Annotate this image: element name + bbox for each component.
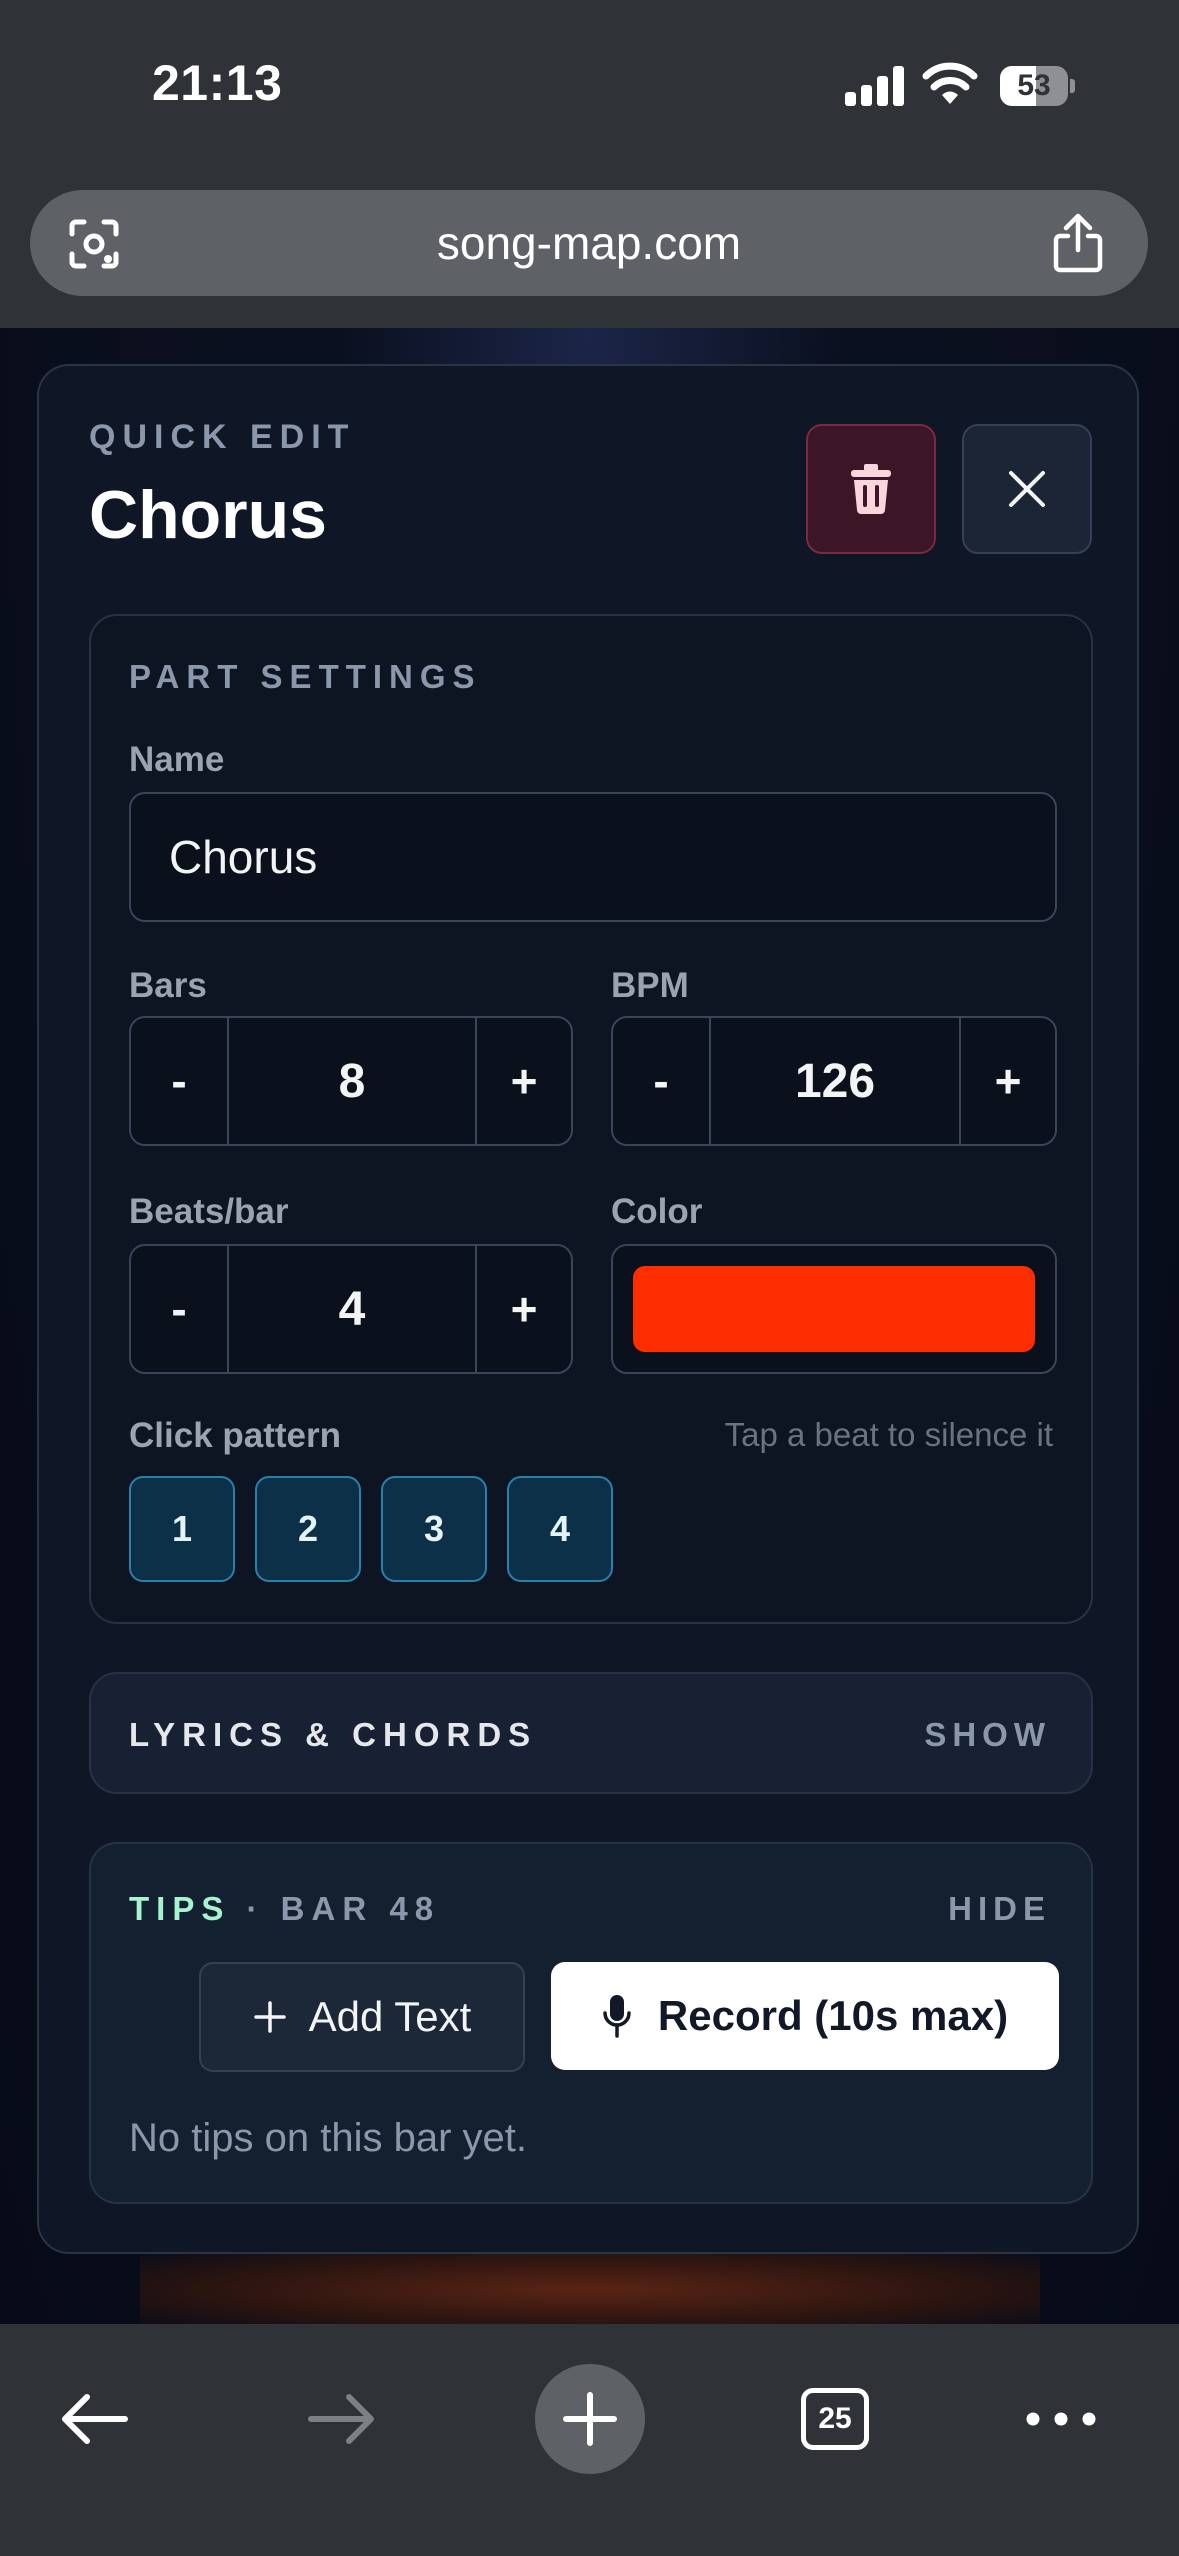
bpm-decrement-button[interactable]: - bbox=[613, 1018, 711, 1144]
beat-toggle-4[interactable]: 4 bbox=[507, 1476, 613, 1582]
back-icon bbox=[62, 2394, 128, 2444]
lyrics-chords-section[interactable]: LYRICS & CHORDS SHOW bbox=[89, 1672, 1093, 1794]
lens-icon[interactable] bbox=[66, 216, 122, 272]
lyrics-show-toggle[interactable]: SHOW bbox=[924, 1716, 1051, 1754]
beats-per-bar-label: Beats/bar bbox=[129, 1192, 289, 1231]
color-picker[interactable] bbox=[611, 1244, 1057, 1374]
click-pattern-hint: Tap a beat to silence it bbox=[724, 1416, 1053, 1453]
new-tab-icon bbox=[535, 2364, 645, 2474]
new-tab-button[interactable] bbox=[535, 2364, 645, 2474]
part-settings-card: PART SETTINGS Name Chorus Bars - 8 + BPM… bbox=[89, 614, 1093, 1624]
modal-eyebrow: QUICK EDIT bbox=[89, 418, 356, 456]
beat-toggle-1[interactable]: 1 bbox=[129, 1476, 235, 1582]
address-bar[interactable]: song-map.com bbox=[30, 190, 1148, 296]
forward-button[interactable] bbox=[286, 2364, 396, 2474]
color-swatch[interactable] bbox=[633, 1266, 1035, 1352]
cellular-signal-icon bbox=[845, 66, 905, 106]
tabs-button[interactable]: 25 bbox=[780, 2364, 890, 2474]
trash-icon bbox=[851, 464, 891, 514]
bars-stepper: - 8 + bbox=[129, 1016, 573, 1146]
more-icon bbox=[1026, 2412, 1096, 2426]
url-text[interactable]: song-map.com bbox=[30, 190, 1148, 296]
add-text-label: Add Text bbox=[308, 1993, 472, 2040]
name-input[interactable]: Chorus bbox=[129, 792, 1057, 922]
record-button[interactable]: Record (10s max) bbox=[551, 1962, 1059, 2070]
lyrics-chords-title: LYRICS & CHORDS bbox=[129, 1716, 538, 1753]
back-button[interactable] bbox=[40, 2364, 150, 2474]
tips-title: TIPS · BAR 48 bbox=[129, 1890, 440, 1928]
beats-per-bar-stepper: - 4 + bbox=[129, 1244, 573, 1374]
share-icon[interactable] bbox=[1050, 212, 1106, 274]
bpm-value[interactable]: 126 bbox=[711, 1018, 959, 1144]
battery-percent: 53 bbox=[1017, 69, 1051, 102]
close-button[interactable] bbox=[962, 424, 1092, 554]
record-label: Record (10s max) bbox=[657, 1992, 1009, 2039]
beats-increment-button[interactable]: + bbox=[475, 1246, 571, 1372]
beats-per-bar-value[interactable]: 4 bbox=[229, 1246, 475, 1372]
bars-label: Bars bbox=[129, 966, 207, 1005]
status-time: 21:13 bbox=[152, 55, 283, 111]
quick-edit-modal: QUICK EDIT Chorus PART SETTINGS Name Cho… bbox=[37, 364, 1139, 2254]
beats-decrement-button[interactable]: - bbox=[131, 1246, 229, 1372]
beat-toggle-2[interactable]: 2 bbox=[255, 1476, 361, 1582]
bars-increment-button[interactable]: + bbox=[475, 1018, 571, 1144]
part-settings-title: PART SETTINGS bbox=[129, 658, 482, 695]
tips-empty-text: No tips on this bar yet. bbox=[129, 2116, 527, 2160]
plus-icon bbox=[253, 2001, 286, 2033]
beat-toggle-3[interactable]: 3 bbox=[381, 1476, 487, 1582]
add-text-button[interactable]: Add Text bbox=[199, 1962, 525, 2072]
tab-count: 25 bbox=[818, 2402, 852, 2435]
status-bar: 21:13 53 bbox=[0, 0, 1179, 170]
color-label: Color bbox=[611, 1192, 703, 1231]
tips-section: TIPS · BAR 48 HIDE Add Text Record (10s … bbox=[89, 1842, 1093, 2204]
tabs-icon: 25 bbox=[801, 2388, 869, 2450]
page-background-glow bbox=[140, 2250, 1040, 2330]
bpm-stepper: - 126 + bbox=[611, 1016, 1057, 1146]
click-pattern-label: Click pattern bbox=[129, 1416, 341, 1455]
tips-title-label: TIPS bbox=[129, 1890, 231, 1927]
tips-hide-toggle[interactable]: HIDE bbox=[948, 1890, 1051, 1928]
battery-icon: 53 bbox=[1000, 66, 1076, 106]
delete-button[interactable] bbox=[806, 424, 936, 554]
more-button[interactable] bbox=[1006, 2364, 1116, 2474]
modal-title: Chorus bbox=[89, 477, 327, 553]
bars-decrement-button[interactable]: - bbox=[131, 1018, 229, 1144]
wifi-icon bbox=[922, 62, 978, 104]
close-icon bbox=[1009, 471, 1045, 507]
browser-toolbar: 25 bbox=[0, 2324, 1179, 2556]
name-label: Name bbox=[129, 740, 225, 779]
bars-value[interactable]: 8 bbox=[229, 1018, 475, 1144]
forward-icon bbox=[308, 2394, 374, 2444]
tips-bar-label: · BAR 48 bbox=[230, 1890, 441, 1927]
bpm-label: BPM bbox=[611, 966, 689, 1005]
bpm-increment-button[interactable]: + bbox=[959, 1018, 1055, 1144]
mic-icon bbox=[603, 1995, 631, 2038]
